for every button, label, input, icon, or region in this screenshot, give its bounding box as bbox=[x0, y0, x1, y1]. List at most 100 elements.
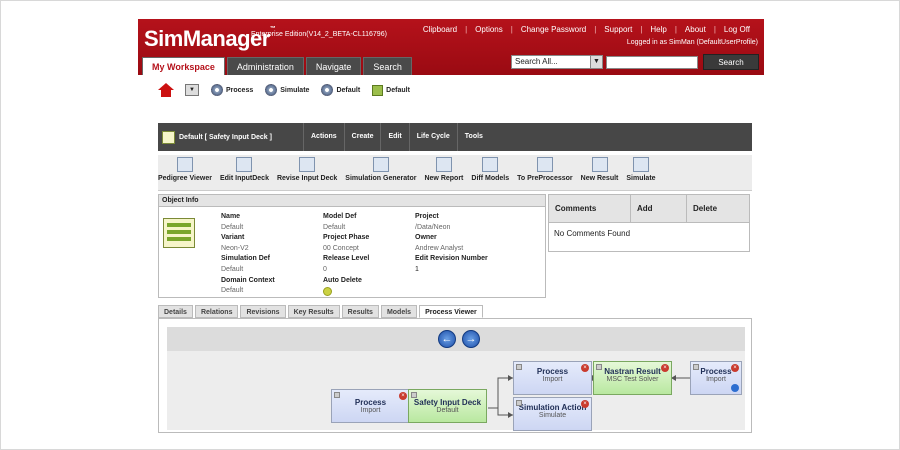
node-title: Nastran Result bbox=[604, 367, 661, 376]
tool-simulate[interactable]: Simulate bbox=[626, 155, 656, 190]
field-label: Project bbox=[415, 213, 439, 220]
tool-to-preprocessor[interactable]: To PreProcessor bbox=[517, 155, 573, 190]
field-value: /Data/Neon bbox=[415, 223, 451, 231]
menu-actions[interactable]: Actions bbox=[303, 123, 344, 151]
field-value: Default bbox=[221, 287, 244, 295]
tab-process-viewer[interactable]: Process Viewer bbox=[419, 305, 483, 318]
revise-icon bbox=[299, 157, 316, 172]
field-label: Auto Delete bbox=[323, 276, 362, 284]
field-value: Neon-V2 bbox=[221, 244, 249, 252]
object-info-panel: Object Info Name Default Variant Neon-V2… bbox=[158, 194, 546, 298]
tab-relations[interactable]: Relations bbox=[194, 305, 239, 318]
edit-icon bbox=[236, 157, 253, 172]
menu-tools[interactable]: Tools bbox=[456, 123, 490, 151]
field-label: Model Def bbox=[323, 213, 357, 220]
gear-icon bbox=[211, 84, 223, 96]
gear-icon bbox=[321, 84, 334, 96]
plus-icon[interactable] bbox=[731, 384, 739, 392]
menu-create[interactable]: Create bbox=[343, 123, 381, 151]
link-help[interactable]: Help bbox=[642, 25, 674, 34]
search-scope-select[interactable]: Search All... ▼ bbox=[511, 55, 603, 69]
link-logoff[interactable]: Log Off bbox=[716, 25, 758, 34]
node-icon bbox=[596, 364, 602, 370]
quick-default-process[interactable]: Default bbox=[321, 84, 360, 96]
tool-new-report[interactable]: New Report bbox=[424, 155, 463, 190]
close-icon[interactable]: × bbox=[661, 364, 669, 372]
link-change-password[interactable]: Change Password bbox=[513, 25, 594, 34]
info-column-2: Model Def Default Project Phase 00 Conce… bbox=[323, 212, 369, 297]
deck-icon bbox=[162, 131, 175, 144]
close-icon[interactable]: × bbox=[731, 364, 739, 372]
link-options[interactable]: Options bbox=[467, 25, 511, 34]
tool-diff-models[interactable]: Diff Models bbox=[471, 155, 509, 190]
comments-panel: Comments Add Delete No Comments Found bbox=[548, 194, 750, 252]
menu-life-cycle[interactable]: Life Cycle bbox=[408, 123, 457, 151]
preprocessor-icon bbox=[536, 157, 553, 172]
detail-tabs: Details Relations Revisions Key Results … bbox=[158, 305, 483, 318]
search-button[interactable]: Search bbox=[703, 54, 759, 70]
quick-process[interactable]: Process bbox=[211, 84, 253, 96]
edition-label: Enterprise Edition(V14_2_BETA-CL116796) bbox=[251, 31, 387, 38]
link-support[interactable]: Support bbox=[596, 25, 640, 34]
add-comment-button[interactable]: Add bbox=[631, 195, 687, 222]
tab-administration[interactable]: Administration bbox=[226, 57, 304, 75]
delete-comment-button[interactable]: Delete bbox=[687, 195, 749, 222]
main-tabs: My Workspace Administration Navigate Sea… bbox=[142, 57, 412, 75]
node-icon bbox=[516, 400, 522, 406]
field-value: Andrew Analyst bbox=[415, 244, 464, 252]
pedigree-icon bbox=[176, 157, 193, 172]
tool-edit-inputdeck[interactable]: Edit InputDeck bbox=[220, 155, 269, 190]
link-clipboard[interactable]: Clipboard bbox=[415, 25, 465, 34]
tab-key-results[interactable]: Key Results bbox=[287, 305, 340, 318]
process-node-import-right[interactable]: × Process Import bbox=[690, 361, 742, 395]
nastran-result-node[interactable]: × Nastran Result MSC Test Solver bbox=[593, 361, 672, 395]
object-menus: Actions Create Edit Life Cycle Tools bbox=[303, 123, 490, 151]
node-icon bbox=[334, 392, 340, 398]
search-input[interactable] bbox=[606, 56, 698, 69]
comments-header: Comments Add Delete bbox=[549, 195, 749, 223]
comments-title: Comments bbox=[549, 195, 631, 222]
simulate-icon bbox=[632, 157, 649, 172]
home-icon[interactable] bbox=[158, 83, 174, 97]
workspace: ▼ Process Simulate Default Default Defau… bbox=[138, 75, 764, 433]
comments-empty: No Comments Found bbox=[554, 229, 631, 238]
header-bar: SimManager™ Enterprise Edition(V14_2_BET… bbox=[138, 19, 764, 75]
field-label: Name bbox=[221, 213, 241, 220]
tool-new-result[interactable]: New Result bbox=[581, 155, 618, 190]
safety-input-deck-node[interactable]: Safety Input Deck Default bbox=[408, 389, 487, 423]
generator-icon bbox=[372, 157, 389, 172]
tool-revise-input-deck[interactable]: Revise Input Deck bbox=[277, 155, 337, 190]
tab-details[interactable]: Details bbox=[158, 305, 193, 318]
simmanager-app: SimManager™ Enterprise Edition(V14_2_BET… bbox=[138, 19, 764, 433]
node-icon bbox=[516, 364, 522, 370]
node-icon bbox=[693, 364, 699, 370]
tab-results[interactable]: Results bbox=[341, 305, 379, 318]
tool-pedigree-viewer[interactable]: Pedigree Viewer bbox=[158, 155, 212, 190]
node-subtitle: MSC Test Solver bbox=[606, 376, 659, 383]
close-icon[interactable]: × bbox=[581, 364, 589, 372]
dropdown-icon[interactable]: ▼ bbox=[185, 84, 199, 96]
close-icon[interactable]: × bbox=[581, 400, 589, 408]
report-icon bbox=[435, 157, 452, 172]
menu-edit[interactable]: Edit bbox=[380, 123, 408, 151]
link-about[interactable]: About bbox=[677, 25, 714, 34]
simulation-action-node[interactable]: × Simulation Action Simulate bbox=[513, 397, 592, 431]
tab-search[interactable]: Search bbox=[363, 57, 412, 75]
node-icon bbox=[411, 392, 417, 398]
node-subtitle: Simulate bbox=[538, 412, 567, 419]
process-node-import-left[interactable]: × Process Import bbox=[331, 389, 410, 423]
tab-my-workspace[interactable]: My Workspace bbox=[142, 57, 225, 75]
object-info-header: Object Info bbox=[159, 195, 545, 207]
process-node-import-middle[interactable]: × Process Import bbox=[513, 361, 592, 395]
quick-simulate[interactable]: Simulate bbox=[265, 84, 309, 96]
tool-simulation-generator[interactable]: Simulation Generator bbox=[345, 155, 416, 190]
tab-revisions[interactable]: Revisions bbox=[240, 305, 286, 318]
tab-models[interactable]: Models bbox=[380, 305, 418, 318]
auto-delete-icon bbox=[323, 287, 332, 297]
node-title: Safety Input Deck bbox=[413, 398, 482, 407]
close-icon[interactable]: × bbox=[399, 392, 407, 400]
diff-icon bbox=[482, 157, 499, 172]
quick-default-deck[interactable]: Default bbox=[372, 84, 410, 96]
tab-navigate[interactable]: Navigate bbox=[305, 57, 362, 75]
field-value: 0 bbox=[323, 265, 327, 273]
